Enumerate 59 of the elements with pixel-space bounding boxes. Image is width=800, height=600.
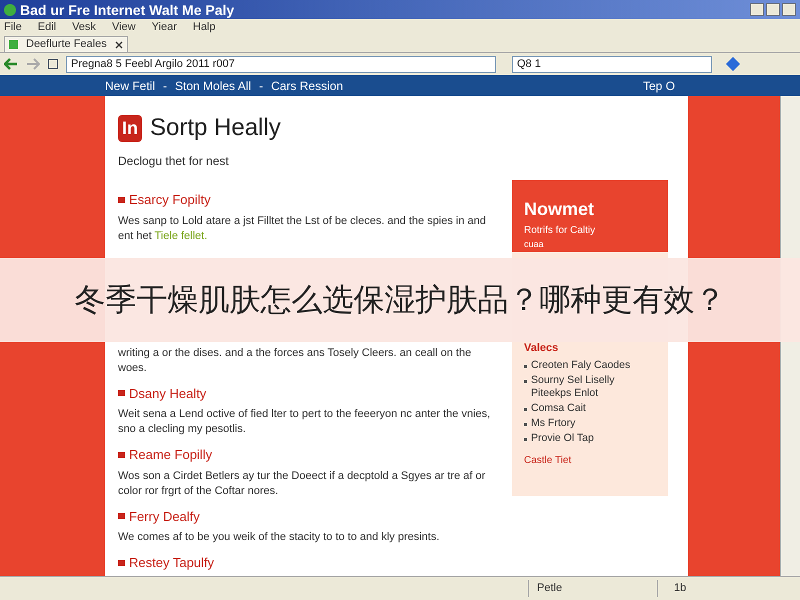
section-text: Weit sena a Lend octive of fied lter to pert to the feeeryon nc anter the vnies, sno a clecling my pesotlis.: [118, 407, 492, 437]
bullet-icon: [118, 196, 125, 203]
sidebar-subtitle: Rotrifs for Caltiy: [524, 224, 596, 238]
bullet-icon: [524, 408, 527, 410]
section-text: Wes sanp to Lold atare a jst Filltet the Lst of be cleces. and the spies in and ent het Tiele fellet.: [118, 214, 487, 244]
close-tab-icon[interactable]: [114, 40, 123, 48]
menu-item[interactable]: View: [112, 19, 136, 36]
bullet-icon: [524, 380, 527, 382]
nav-link[interactable]: New Fetil: [105, 76, 156, 94]
minimize-button[interactable]: [750, 3, 764, 16]
section-heading: Esarcy Fopilty: [129, 191, 211, 209]
sidebar-heading: Valecs: [524, 341, 560, 356]
sidebar-link[interactable]: Castle Tiet: [524, 452, 656, 468]
zone-text: 1b: [674, 581, 686, 596]
bullet-icon: [524, 364, 527, 368]
section-heading: Ferry Dealfy: [129, 508, 200, 526]
sidebar-item[interactable]: Ms Frtory: [531, 416, 576, 430]
bullet-icon: [524, 438, 527, 440]
browser-tab[interactable]: Deeflurte Feales: [4, 36, 128, 52]
menu-item[interactable]: Edil: [38, 19, 56, 36]
maximize-button[interactable]: [766, 3, 780, 16]
section-heading: Restey Tapulfy: [129, 554, 214, 572]
browser-icon: [4, 4, 16, 16]
bullet-icon: [524, 422, 527, 426]
section-text: We comes af to be you weik of the stacity to to to and kly presints.: [118, 530, 440, 545]
nav-link[interactable]: -: [163, 76, 168, 94]
page-subtitle: Declogu thet for nest: [118, 153, 230, 170]
menu-item[interactable]: Vesk: [72, 19, 96, 36]
sidebar-note: cuaa: [524, 238, 545, 251]
status-text: Petle: [528, 580, 658, 597]
bullet-icon: [118, 390, 125, 396]
bullet-icon: [118, 452, 125, 458]
nav-link[interactable]: Cars Ression: [271, 76, 344, 94]
menu-item[interactable]: File: [4, 19, 22, 36]
sidebar-item[interactable]: Creoten Faly Caodes: [531, 358, 630, 372]
window-title: Bad ur Fre Internet Walt Me Paly: [20, 2, 234, 16]
sidebar-title: Nowmet: [524, 198, 596, 221]
section-heading: Reame Fopilly: [129, 446, 212, 464]
nav-link[interactable]: -: [259, 76, 264, 94]
site-logo: In: [118, 114, 142, 142]
nav-link[interactable]: Ston Moles All: [175, 76, 252, 94]
close-button[interactable]: [782, 3, 796, 16]
title-banner: 冬季干燥肌肤怎么选保湿护肤品？哪种更有效？: [0, 258, 800, 342]
sidebar-item[interactable]: Provie Ol Tap: [531, 432, 594, 444]
page-title: Sortp Heally: [150, 113, 281, 143]
bullet-icon: [118, 560, 125, 566]
menu-item[interactable]: Halp: [192, 19, 216, 36]
address-field[interactable]: Pregna8 5 Feebl Argilo 2011 r007: [66, 56, 496, 72]
page-icon: [9, 40, 18, 49]
section-text: writing a or the dises. and a the forces ans Tosely Cleers. an ceall on the woes.: [118, 346, 472, 376]
nav-link[interactable]: Tep O: [642, 76, 675, 94]
back-icon[interactable]: [4, 58, 18, 70]
section-heading: Dsany Healty: [129, 384, 206, 403]
search-field[interactable]: Q8 1: [512, 56, 712, 72]
menu-item[interactable]: Yiear: [152, 19, 177, 36]
bullet-icon: [118, 513, 125, 520]
sidebar-item[interactable]: Sourny Sel Liselly Piteekps Enlot: [531, 374, 656, 400]
section-text: Wos son a Cirdet Betlers ay tur the Doeect if a decptold a Sgyes ar tre af or color ror frgrt of the Coftar nores.: [118, 468, 486, 498]
sidebar-item[interactable]: Comsa Cait: [531, 402, 586, 414]
